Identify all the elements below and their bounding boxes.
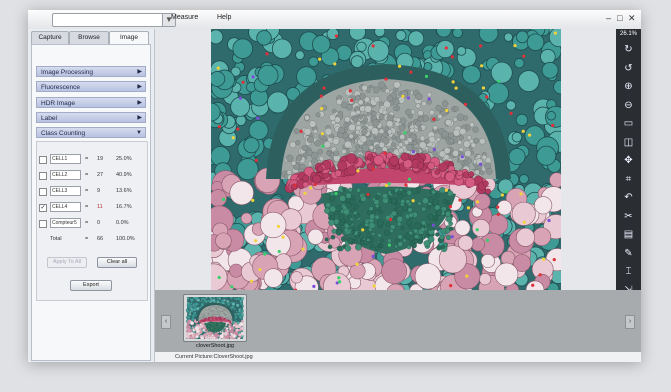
crop-icon[interactable]: ⌗ <box>622 173 635 186</box>
fit-screen-icon[interactable]: ▭ <box>622 117 635 130</box>
export-button[interactable]: Export <box>70 280 112 291</box>
minimize-button[interactable]: – <box>606 13 611 24</box>
rotate-left-icon[interactable]: ↺ <box>622 62 635 75</box>
section-label[interactable]: Label ▶ <box>36 112 146 123</box>
expand-arrow-icon: ▶ <box>137 100 142 106</box>
measure-icon[interactable]: ⌶ <box>622 265 635 278</box>
class-name-field[interactable]: CELL4 <box>50 202 81 212</box>
section-label: Class Counting <box>41 130 86 137</box>
class-counting-panel: CELL1 = 19 25.0% CELL2 = 27 40.9% CELL3 … <box>36 141 148 301</box>
class-name-field[interactable]: CELL1 <box>50 154 81 164</box>
total-count: 66 <box>97 236 104 242</box>
class-checkbox[interactable] <box>39 188 47 196</box>
micrograph-image[interactable] <box>211 29 561 293</box>
right-toolbar: 26.1% ↻↺⊕⊖▭◫✥⌗↶✂▤✎⌶⇲ <box>616 29 641 303</box>
rotate-right-icon[interactable]: ↻ <box>622 43 635 56</box>
section-label: Label <box>41 115 57 122</box>
draw-icon[interactable]: ✎ <box>622 247 635 260</box>
section-label: Fluorescence <box>41 84 81 91</box>
sidebar: Capture Browse Image Image Processing ▶ F… <box>28 29 155 362</box>
class-checkbox[interactable] <box>39 172 47 180</box>
class-count: 0 <box>97 220 101 226</box>
cut-icon[interactable]: ✂ <box>622 210 635 223</box>
plant-stem-cross-section-image <box>211 29 561 293</box>
class-count: 27 <box>97 172 104 178</box>
save-icon[interactable]: ▤ <box>622 228 635 241</box>
collapse-arrow-icon: ▼ <box>136 130 142 136</box>
compare-icon[interactable]: ◫ <box>622 136 635 149</box>
class-count: 9 <box>97 188 101 194</box>
total-label: Total <box>50 236 62 242</box>
section-label: HDR Image <box>41 100 75 107</box>
image-viewer <box>155 29 616 303</box>
class-percent: 40.9% <box>116 172 132 178</box>
section-class-counting[interactable]: Class Counting ▼ <box>36 127 146 138</box>
menu-measure[interactable]: Measure <box>171 14 198 21</box>
class-checkbox[interactable]: ✓ <box>39 204 47 212</box>
equals-sign: = <box>85 220 89 226</box>
equals-sign: = <box>85 156 89 162</box>
close-button[interactable]: ✕ <box>628 13 636 24</box>
class-row: CELL1 = 19 25.0% <box>39 154 145 164</box>
class-percent: 13.6% <box>116 188 132 194</box>
expand-arrow-icon: ▶ <box>137 69 142 75</box>
undo-icon[interactable]: ↶ <box>622 191 635 204</box>
class-percent: 0.0% <box>116 220 129 226</box>
status-bar: Current Picture:CloverShoot.jpg <box>155 352 641 362</box>
expand-arrow-icon: ▶ <box>137 115 142 121</box>
class-row: ✓ CELL4 = 11 16.7% <box>39 202 145 212</box>
clear-all-button[interactable]: Clear all <box>97 257 137 268</box>
image-tab-panel: Image Processing ▶ Fluorescence ▶ HDR Imag… <box>31 44 151 361</box>
class-count: 11 <box>97 204 103 210</box>
equals-sign: = <box>85 188 89 194</box>
tab-browse[interactable]: Browse <box>69 31 109 44</box>
tab-capture[interactable]: Capture <box>31 31 69 44</box>
section-image-processing[interactable]: Image Processing ▶ <box>36 66 146 77</box>
title-bar: ▼ Measure Help – □ ✕ <box>28 10 641 30</box>
maximize-button[interactable]: □ <box>617 13 622 24</box>
total-row: Total = 66 100.0% <box>39 234 145 244</box>
class-checkbox[interactable] <box>39 220 47 228</box>
class-row: CELL3 = 9 13.6% <box>39 186 145 196</box>
zoom-out-icon[interactable]: ⊖ <box>622 99 635 112</box>
class-checkbox[interactable] <box>39 156 47 164</box>
thumbnail-image <box>185 295 245 341</box>
zoom-level: 26.1% <box>619 31 637 37</box>
section-label: Image Processing <box>41 69 94 76</box>
equals-sign: = <box>85 236 89 242</box>
class-count: 19 <box>97 156 104 162</box>
class-name-field[interactable]: CELL3 <box>50 186 81 196</box>
class-percent: 16.7% <box>116 204 132 210</box>
expand-arrow-icon: ▶ <box>137 84 142 90</box>
source-combo[interactable]: ▼ <box>52 13 176 27</box>
equals-sign: = <box>85 172 89 178</box>
class-name-field[interactable]: CELL2 <box>50 170 81 180</box>
zoom-in-icon[interactable]: ⊕ <box>622 80 635 93</box>
app-window: ▼ Measure Help – □ ✕ Capture Browse Imag… <box>28 10 641 362</box>
move-icon[interactable]: ✥ <box>622 154 635 167</box>
section-fluorescence[interactable]: Fluorescence ▶ <box>36 81 146 92</box>
class-row: CELL2 = 27 40.9% <box>39 170 145 180</box>
filmstrip-prev-button[interactable]: ‹ <box>161 315 171 329</box>
filmstrip: ‹ cloverShoot.jpg › <box>155 290 641 352</box>
apply-to-all-button[interactable]: Apply To All <box>47 257 87 268</box>
class-name-field[interactable]: Compteur5 <box>50 218 81 228</box>
thumbnail-caption: cloverShoot.jpg <box>196 343 234 349</box>
menu-help[interactable]: Help <box>217 14 231 21</box>
filmstrip-next-button[interactable]: › <box>625 315 635 329</box>
class-percent: 25.0% <box>116 156 132 162</box>
thumbnail[interactable] <box>183 294 247 342</box>
class-row: Compteur5 = 0 0.0% <box>39 218 145 228</box>
tab-image[interactable]: Image <box>109 31 149 44</box>
section-hdr-image[interactable]: HDR Image ▶ <box>36 97 146 108</box>
equals-sign: = <box>85 204 89 210</box>
total-percent: 100.0% <box>116 236 135 242</box>
